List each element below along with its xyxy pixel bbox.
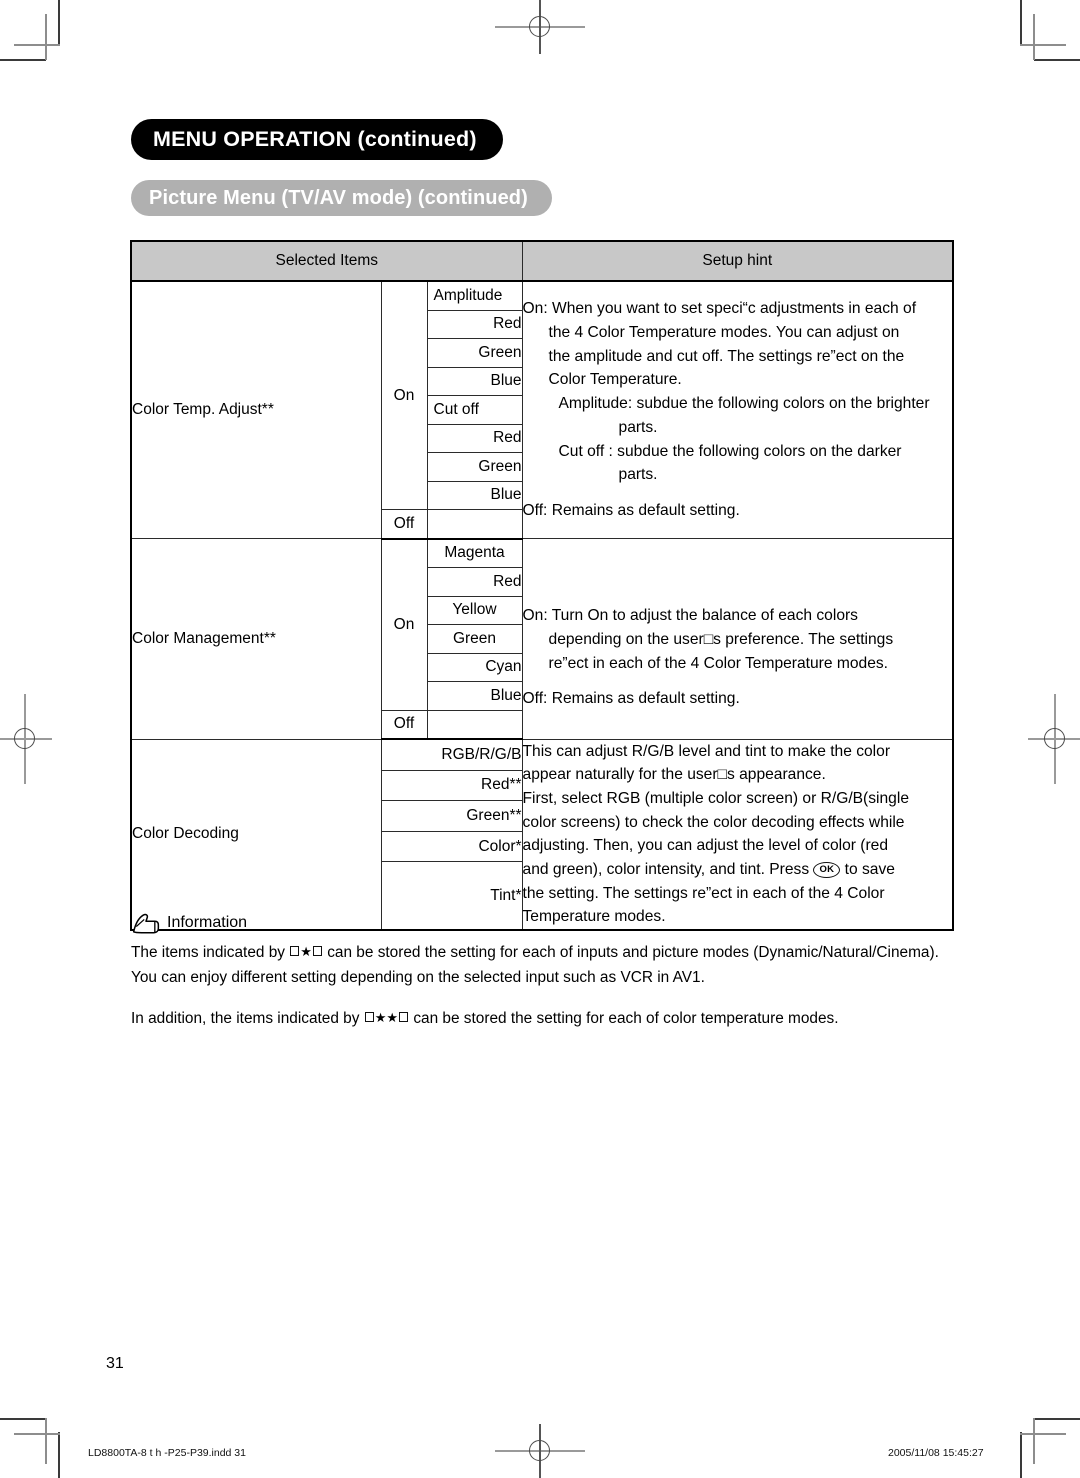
info-text-a: In addition, the items indicated by [131, 1009, 360, 1027]
sub-item-amplitude: Amplitude [426, 280, 523, 311]
row-state-off: Off [380, 709, 428, 740]
sub-item-blue-cutoff: Blue [426, 480, 523, 510]
row-hint-color-management: On: Turn On to adjust the balance of eac… [521, 538, 954, 740]
row-item-color-decoding: Color Decoding [130, 738, 382, 931]
missing-glyph-icon [312, 946, 322, 956]
hint-text-before-key: and green), color intensity, and tint. P… [522, 860, 814, 878]
row-state-off: Off [380, 509, 428, 540]
footer-timestamp: 2005/11/08 15:45:27 [888, 1447, 984, 1459]
info-text-b: can be stored the setting for each of in… [327, 944, 939, 961]
hint-line: This can adjust R/G/B level and tint to … [522, 742, 891, 760]
footer-file-name: LD8800TA-8 t h -P25-P39.indd 31 [88, 1447, 246, 1459]
star-marker: ★ [300, 944, 312, 959]
sub-item-green: Green** [380, 800, 523, 832]
hint-line: adjusting. Then, you can adjust the leve… [522, 837, 889, 855]
hint-line: parts. [618, 466, 658, 484]
manual-page: MENU OPERATION (continued) Picture Menu … [0, 0, 1080, 1478]
information-spacer [131, 991, 981, 1007]
row-state-on: On [380, 538, 428, 711]
sub-item-yellow: Yellow [426, 595, 523, 625]
sub-item-green-cutoff: Green [426, 452, 523, 482]
sub-item-blue: Blue [426, 366, 523, 396]
row-hint-color-temp-adjust: On: When you want to set speci“c adjustm… [521, 280, 954, 539]
table-row: Color Management** On Magenta On: Turn O… [130, 538, 954, 740]
hint-line: Color Temperature. [548, 371, 682, 389]
hint-line: re”ect in each of the 4 Color Temperatur… [548, 654, 888, 672]
hint-line: parts. [618, 418, 658, 436]
row-item-color-management: Color Management** [130, 538, 382, 740]
sub-item-red: Red [426, 309, 523, 339]
hint-line: the setting. The settings re”ect in each… [522, 884, 885, 902]
information-label: Information [167, 914, 248, 931]
information-line-1: The items indicated by ★ can be stored t… [131, 941, 981, 966]
information-line-3: In addition, the items indicated by ★★ c… [131, 1007, 981, 1032]
page-title-banner: MENU OPERATION (continued) [131, 119, 503, 160]
table-header-row: Selected Items Setup hint [130, 240, 954, 282]
hint-line-with-ok-key: and green), color intensity, and tint. P… [523, 858, 953, 882]
sub-item-magenta: Magenta [426, 538, 523, 568]
row-item-color-temp-adjust: Color Temp. Adjust** [130, 280, 382, 539]
sub-item-red: Red [426, 567, 523, 597]
sub-item-empty [426, 509, 523, 540]
column-header-selected-items: Selected Items [130, 240, 523, 282]
sub-item-red: Red** [380, 769, 523, 802]
star-marker: ★★ [374, 1009, 399, 1025]
page-title: MENU OPERATION (continued) [153, 127, 477, 151]
missing-glyph-icon [399, 1011, 409, 1022]
sub-item-green: Green [426, 624, 523, 654]
sub-item-cut-off: Cut off [426, 395, 523, 425]
hint-line: Cut off : subdue the following colors on… [558, 442, 902, 460]
hint-line: Off: Remains as default setting. [522, 501, 740, 519]
ok-key-icon: OK [813, 861, 841, 878]
hint-line: the 4 Color Temperature modes. You can a… [548, 324, 900, 342]
page-subtitle: Picture Menu (TV/AV mode) (continued) [149, 186, 528, 209]
hint-line: On: Turn On to adjust the balance of eac… [522, 607, 858, 625]
hint-line: Off: Remains as default setting. [522, 690, 740, 708]
table-row: Color Temp. Adjust** On Amplitude On: Wh… [130, 280, 954, 539]
info-text-a: The items indicated by [131, 944, 285, 961]
hint-line: On: When you want to set speci“c adjustm… [522, 300, 917, 318]
hint-line: First, select RGB (multiple color screen… [522, 789, 909, 807]
information-line-2: You can enjoy different setting dependin… [131, 968, 705, 986]
hint-gap [523, 675, 953, 687]
row-state-on: On [380, 280, 428, 510]
page-subtitle-banner: Picture Menu (TV/AV mode) (continued) [131, 180, 552, 216]
information-heading: Information [131, 910, 981, 936]
information-block: Information The items indicated by ★ can… [131, 910, 981, 1032]
page-number: 31 [106, 1355, 124, 1372]
sub-item-color: Color* [380, 830, 523, 863]
missing-glyph-icon [364, 1011, 374, 1022]
missing-glyph-icon [290, 946, 300, 956]
hint-line: Amplitude: subdue the following colors o… [558, 395, 930, 413]
row-hint-color-decoding: This can adjust R/G/B level and tint to … [521, 738, 954, 931]
table-row: Color Decoding RGB/R/G/B This can adjust… [130, 738, 954, 931]
hint-text-after-key: to save [840, 860, 895, 878]
column-header-setup-hint: Setup hint [521, 240, 954, 282]
sub-item-empty [426, 709, 523, 740]
settings-table: Selected Items Setup hint Color Temp. Ad… [130, 240, 955, 932]
sub-item-red-cutoff: Red [426, 423, 523, 453]
sub-item-blue: Blue [426, 681, 523, 711]
sub-item-cyan: Cyan [426, 652, 523, 682]
pointing-hand-icon [132, 913, 160, 934]
hint-gap [523, 487, 953, 499]
sub-item-green: Green [426, 338, 523, 368]
hint-line: depending on the user□s preference. The … [548, 631, 894, 649]
hint-line: appear naturally for the user□s appearan… [522, 766, 826, 784]
info-text-b: can be stored the setting for each of co… [413, 1009, 839, 1027]
hint-line: the amplitude and cut off. The settings … [548, 347, 905, 365]
hint-line: color screens) to check the color decodi… [522, 813, 905, 831]
sub-item-rgb: RGB/R/G/B [380, 738, 523, 771]
